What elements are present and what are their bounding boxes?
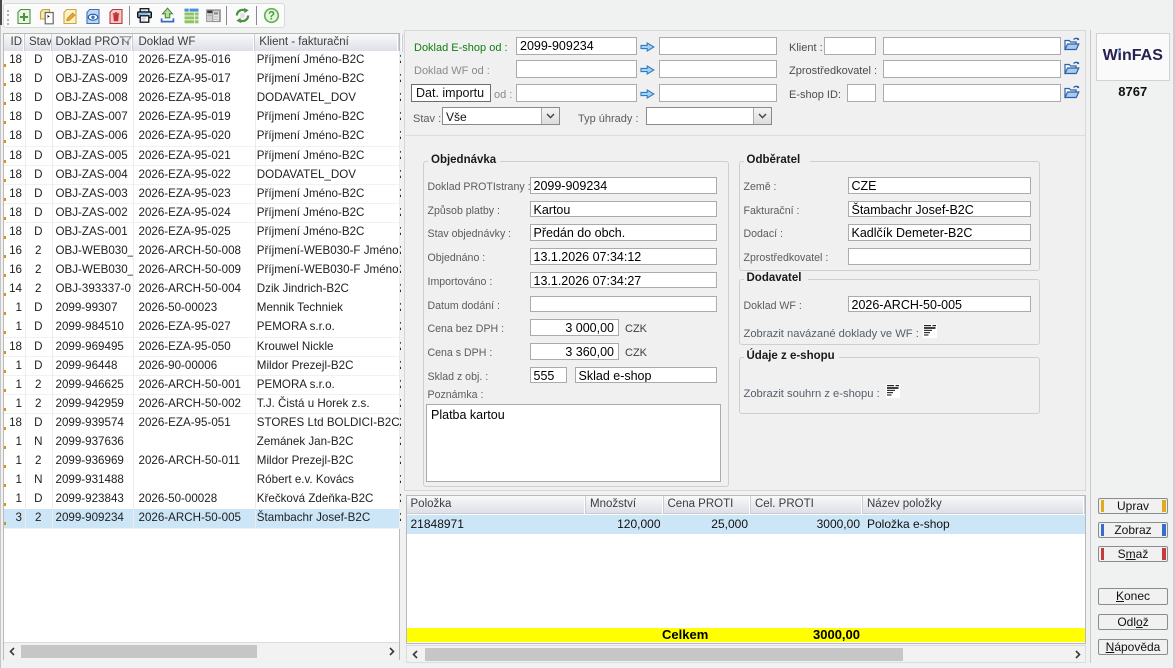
svg-text:?: ? <box>268 11 275 23</box>
